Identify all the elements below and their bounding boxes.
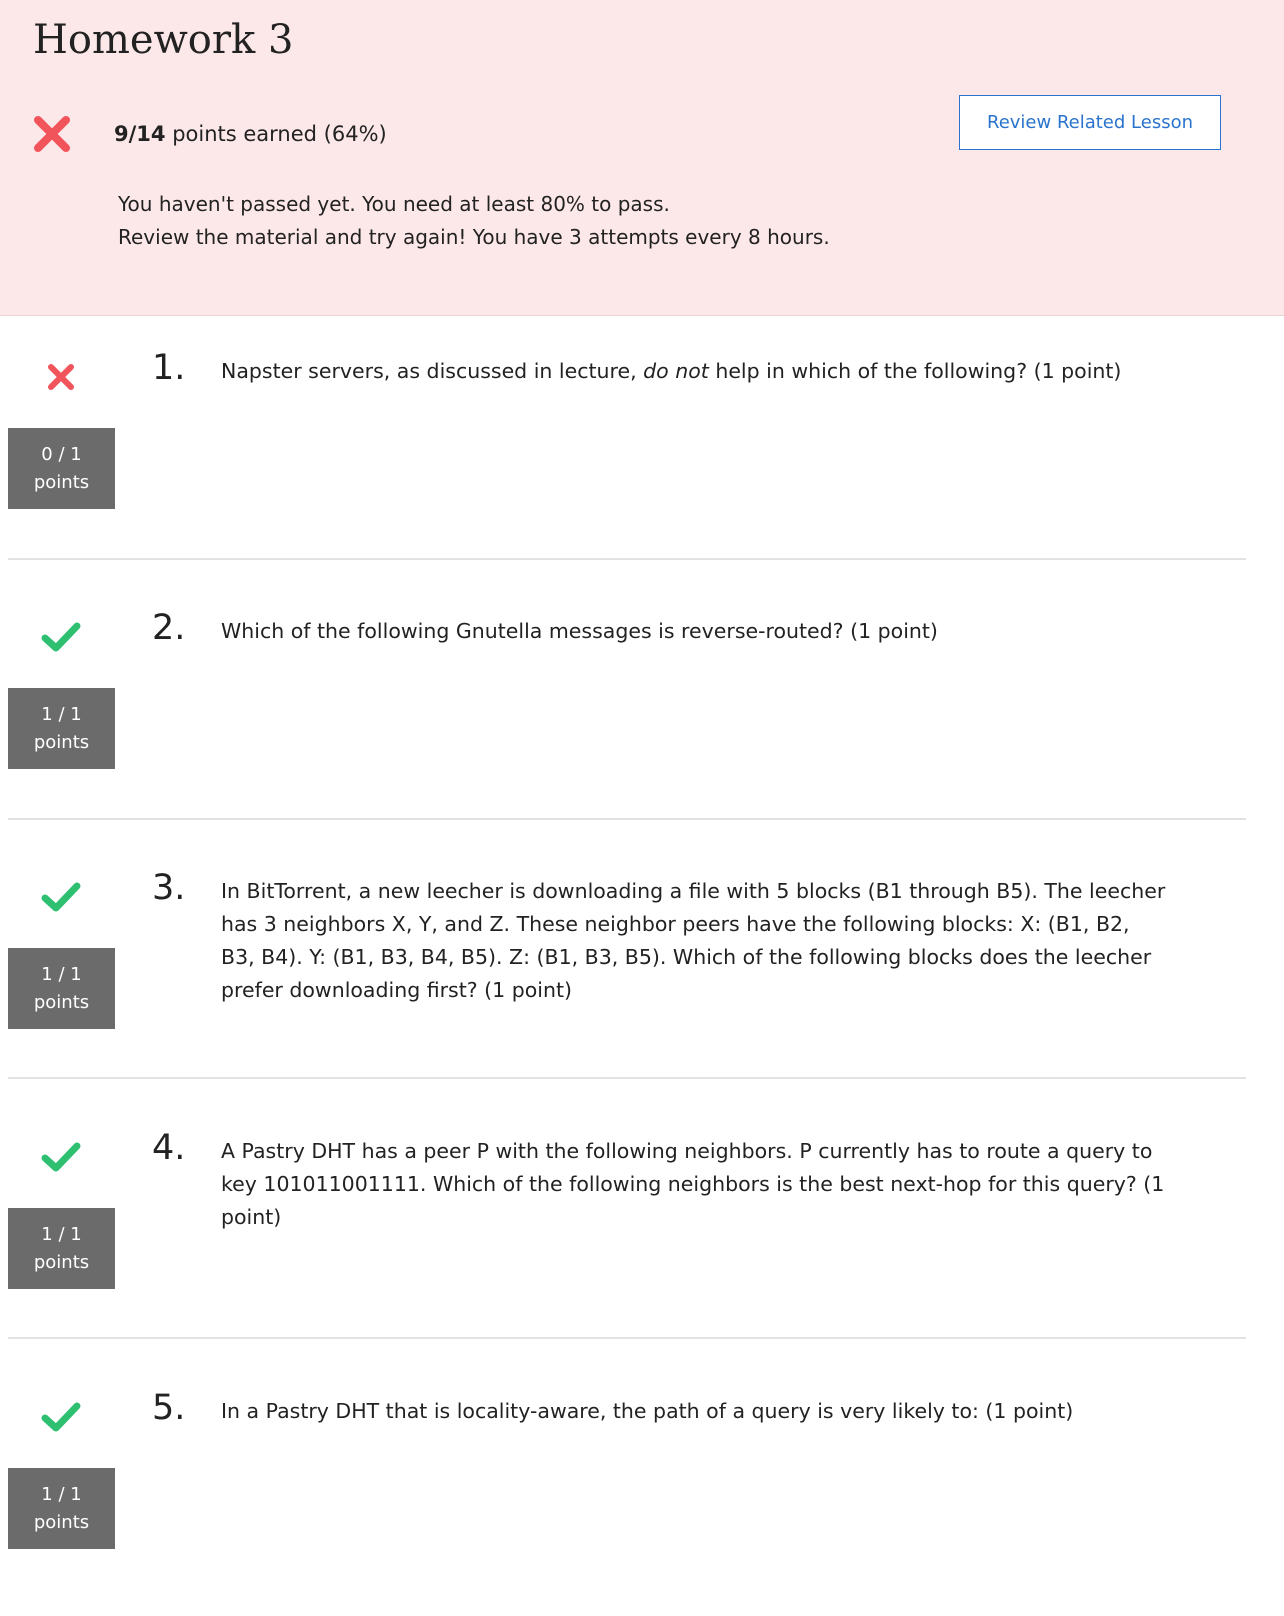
x-icon: [48, 364, 74, 390]
points-score: 0 / 1: [41, 444, 82, 465]
message-line-1: You haven't passed yet. You need at leas…: [118, 192, 670, 216]
question-item: 0 / 1 points 1. Napster servers, as disc…: [0, 316, 1284, 576]
message-line-2: Review the material and try again! You h…: [118, 225, 830, 249]
points-badge: 0 / 1 points: [8, 428, 115, 509]
pass-requirement-message: You haven't passed yet. You need at leas…: [118, 188, 1018, 254]
fail-x-icon: [34, 116, 70, 152]
question-number: 4.: [152, 1128, 186, 1168]
points-badge: 1 / 1 points: [8, 1468, 115, 1549]
score-earned: 9/14: [114, 122, 166, 146]
question-text: A Pastry DHT has a peer P with the follo…: [221, 1139, 1165, 1229]
checkmark-icon: [41, 622, 81, 652]
points-label: points: [33, 992, 90, 1013]
question-text-start: Napster servers, as discussed in lecture…: [221, 359, 644, 383]
points-score: 1 / 1: [41, 964, 82, 985]
divider: [8, 1337, 1246, 1339]
checkmark-icon: [41, 882, 81, 912]
points-badge: 1 / 1 points: [8, 688, 115, 769]
question-text: In a Pastry DHT that is locality-aware, …: [221, 1399, 1074, 1423]
points-label: points: [33, 1252, 90, 1273]
points-score: 1 / 1: [41, 1484, 82, 1505]
divider: [8, 818, 1246, 820]
question-text: In BitTorrent, a new leecher is download…: [221, 879, 1166, 1002]
checkmark-icon: [41, 1142, 81, 1172]
question-item: 1 / 1 points 2. Which of the following G…: [0, 576, 1284, 836]
points-score: 1 / 1: [41, 1224, 82, 1245]
points-badge: 1 / 1 points: [8, 1208, 115, 1289]
question-text: Which of the following Gnutella messages…: [221, 619, 938, 643]
points-label: points: [33, 1512, 90, 1533]
score-summary: 9/14 points earned (64%): [114, 120, 387, 148]
question-item: 1 / 1 points 3. In BitTorrent, a new lee…: [0, 836, 1284, 1096]
question-text: Napster servers, as discussed in lecture…: [221, 355, 1166, 388]
question-number: 3.: [152, 868, 186, 908]
points-label: points: [33, 732, 90, 753]
question-text-emphasis: do not: [643, 359, 709, 383]
points-badge: 1 / 1 points: [8, 948, 115, 1029]
question-number: 5.: [152, 1388, 186, 1428]
points-score: 1 / 1: [41, 704, 82, 725]
checkmark-icon: [41, 1402, 81, 1432]
divider: [8, 558, 1246, 560]
divider: [8, 1077, 1246, 1079]
score-suffix: points earned (64%): [165, 122, 387, 146]
question-text-end: help in which of the following? (1 point…: [708, 359, 1122, 383]
question-item: 1 / 1 points 4. A Pastry DHT has a peer …: [0, 1096, 1284, 1356]
question-number: 1.: [152, 348, 186, 388]
question-number: 2.: [152, 608, 186, 648]
points-label: points: [33, 472, 90, 493]
page-title: Homework 3: [33, 17, 294, 63]
results-header: Homework 3 9/14 points earned (64%) Revi…: [0, 0, 1284, 316]
question-item: 1 / 1 points 5. In a Pastry DHT that is …: [0, 1356, 1284, 1616]
review-related-lesson-button[interactable]: Review Related Lesson: [959, 95, 1221, 150]
